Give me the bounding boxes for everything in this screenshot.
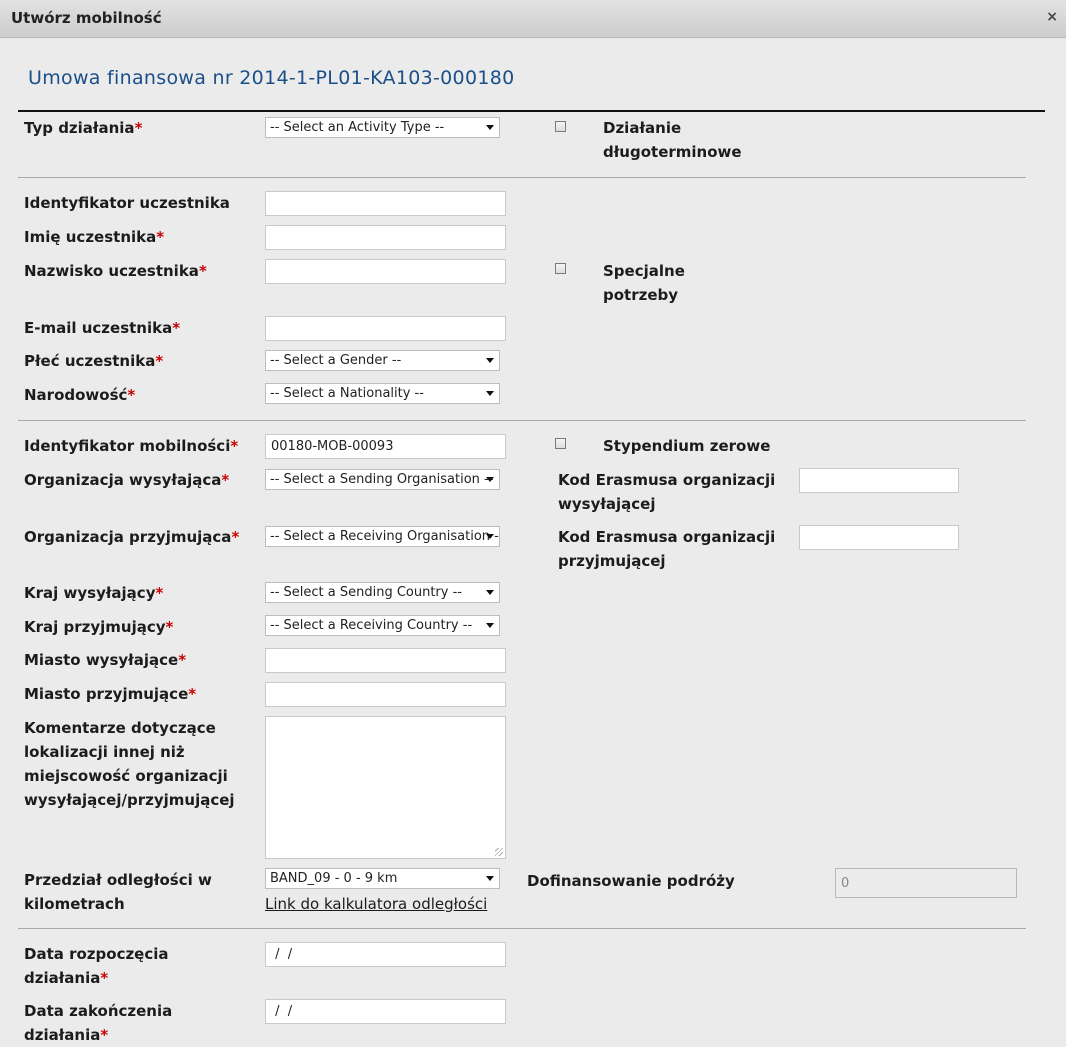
gender-select[interactable]: -- Select a Gender --	[265, 350, 500, 371]
agreement-heading: Umowa finansowa nr 2014-1-PL01-KA103-000…	[28, 67, 515, 89]
mobility-id-input[interactable]: 00180-MOB-00093	[265, 434, 506, 459]
receiving-org-select[interactable]: -- Select a Receiving Organisation --	[265, 526, 500, 547]
mobility-id-label: Identyfikator mobilności*	[24, 437, 239, 455]
receiving-country-label: Kraj przyjmujący*	[24, 618, 174, 636]
participant-id-input[interactable]	[265, 191, 506, 216]
sending-city-input[interactable]	[265, 648, 506, 673]
zero-grant-checkbox[interactable]	[555, 438, 566, 449]
section-divider	[18, 420, 1026, 421]
receiving-city-label: Miasto przyjmujące*	[24, 685, 197, 703]
receiving-country-select[interactable]: -- Select a Receiving Country --	[265, 615, 500, 636]
distance-band-label: Przedział odległości w kilometrach	[24, 871, 212, 913]
longterm-label: Działanie długoterminowe	[603, 119, 742, 161]
sending-country-select[interactable]: -- Select a Sending Country --	[265, 582, 500, 603]
participant-id-label: Identyfikator uczestnika	[24, 194, 230, 212]
receiving-org-label: Organizacja przyjmująca*	[24, 528, 240, 546]
firstname-input[interactable]	[265, 225, 506, 250]
nationality-select[interactable]: -- Select a Nationality --	[265, 383, 500, 404]
start-date-label: Data rozpoczęcia działania*	[24, 945, 169, 987]
receiving-city-input[interactable]	[265, 682, 506, 707]
resize-grip-icon[interactable]	[495, 848, 503, 856]
comments-textarea[interactable]	[265, 716, 506, 859]
travel-grant-input: 0	[835, 868, 1017, 898]
sending-city-label: Miasto wysyłające*	[24, 651, 187, 669]
sending-erasmus-code-label: Kod Erasmusa organizacji wysyłającej	[558, 471, 776, 513]
receiving-erasmus-code-label: Kod Erasmusa organizacji przyjmującej	[558, 528, 776, 570]
chevron-down-icon	[486, 876, 494, 881]
receiving-erasmus-code-input[interactable]	[799, 525, 959, 550]
start-date-input[interactable]: / /	[265, 942, 506, 967]
special-needs-label: Specjalne potrzeby	[603, 262, 685, 304]
longterm-checkbox[interactable]	[555, 121, 566, 132]
dialog-title: Utwórz mobilność	[11, 9, 162, 27]
activity-type-label: Typ działania*	[24, 119, 143, 137]
email-label: E-mail uczestnika*	[24, 319, 181, 337]
chevron-down-icon	[486, 391, 494, 396]
section-divider	[18, 177, 1026, 178]
section-divider	[18, 928, 1026, 929]
sending-country-label: Kraj wysyłający*	[24, 584, 164, 602]
dialog-title-bar: Utwórz mobilność ×	[0, 0, 1066, 38]
distance-calculator-link[interactable]: Link do kalkulatora odległości	[265, 895, 487, 913]
zero-grant-label: Stypendium zerowe	[603, 437, 771, 455]
chevron-down-icon	[486, 623, 494, 628]
lastname-label: Nazwisko uczestnika*	[24, 262, 207, 280]
close-icon[interactable]: ×	[1046, 9, 1058, 25]
distance-band-select[interactable]: BAND_09 - 0 - 9 km	[265, 868, 500, 889]
travel-grant-label: Dofinansowanie podróży	[527, 872, 735, 890]
sending-erasmus-code-input[interactable]	[799, 468, 959, 493]
chevron-down-icon	[486, 477, 494, 482]
activity-type-select[interactable]: -- Select an Activity Type --	[265, 117, 500, 138]
chevron-down-icon	[486, 590, 494, 595]
chevron-down-icon	[486, 534, 494, 539]
heading-divider	[18, 110, 1045, 112]
special-needs-checkbox[interactable]	[555, 263, 566, 274]
email-input[interactable]	[265, 316, 506, 341]
chevron-down-icon	[486, 125, 494, 130]
chevron-down-icon	[486, 358, 494, 363]
sending-org-select[interactable]: -- Select a Sending Organisation --	[265, 469, 500, 490]
comments-label: Komentarze dotyczące lokalizacji innej n…	[24, 719, 235, 809]
end-date-label: Data zakończenia działania*	[24, 1002, 173, 1044]
lastname-input[interactable]	[265, 259, 506, 284]
end-date-input[interactable]: / /	[265, 999, 506, 1024]
sending-org-label: Organizacja wysyłająca*	[24, 471, 230, 489]
gender-label: Płeć uczestnika*	[24, 352, 164, 370]
firstname-label: Imię uczestnika*	[24, 228, 165, 246]
nationality-label: Narodowość*	[24, 386, 136, 404]
